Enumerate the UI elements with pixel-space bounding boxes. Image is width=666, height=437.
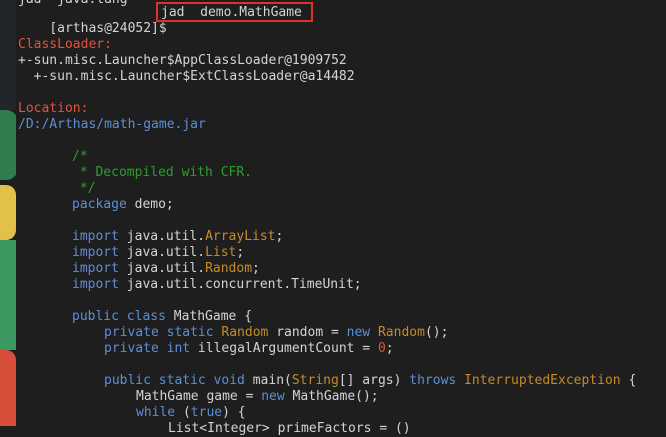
class-name: Random xyxy=(205,261,253,276)
code-import-line: import java.util.Random; xyxy=(72,261,260,277)
code-text: [] args) xyxy=(338,373,410,388)
keyword: private xyxy=(104,341,159,356)
code-text: java.util. xyxy=(118,229,206,244)
class-name: List xyxy=(205,245,237,260)
code-text: java.util. xyxy=(118,261,206,276)
keyword: package xyxy=(72,197,127,212)
code-text: (); xyxy=(424,325,449,340)
keyword: public class xyxy=(72,309,166,324)
terminal-output[interactable]: jad java.lang [arthas@24052]$ jad demo.M… xyxy=(16,0,666,436)
code-text: random = xyxy=(268,325,347,340)
class-name: Random xyxy=(370,325,425,340)
code-partial-line: List<Integer> primeFactors = () xyxy=(168,421,411,436)
background-shape xyxy=(0,240,16,350)
background-shape xyxy=(0,185,16,240)
entered-command[interactable]: jad demo.MathGame xyxy=(161,5,302,21)
keyword: while xyxy=(136,405,176,420)
class-name: ArrayList xyxy=(205,229,276,244)
keyword: import xyxy=(72,229,119,244)
code-text: MathGame(); xyxy=(284,389,379,404)
code-text: java.util.concurrent.TimeUnit; xyxy=(118,277,362,292)
background-shape xyxy=(0,110,16,180)
classloader-app: +-sun.misc.Launcher$AppClassLoader@19097… xyxy=(18,53,347,68)
classloader-label: ClassLoader: xyxy=(18,37,112,52)
shell-prompt: [arthas@24052]$ xyxy=(49,21,167,36)
command-line: [arthas@24052]$ xyxy=(18,5,166,36)
keyword: throws xyxy=(409,373,457,388)
code-text: MathGame { xyxy=(165,309,253,324)
background-shape xyxy=(0,0,16,110)
class-name: Random xyxy=(213,325,269,340)
code-text: MathGame game = xyxy=(136,389,262,404)
code-comment-text: * Decompiled with CFR. xyxy=(72,165,253,180)
classloader-ext: +-sun.misc.Launcher$ExtClassLoader@a1448… xyxy=(18,69,355,84)
code-text: ( xyxy=(175,405,191,420)
code-class-decl: public class MathGame { xyxy=(72,309,252,325)
code-while-line: while (true) { xyxy=(136,405,246,421)
code-comment-close: */ xyxy=(72,181,96,196)
code-text: ; xyxy=(275,229,284,244)
code-text: ) { xyxy=(222,405,246,420)
desktop-background-strip xyxy=(0,0,16,426)
keyword: import xyxy=(72,277,119,292)
keyword: import xyxy=(72,245,119,260)
keyword: true xyxy=(190,405,223,420)
code-text: { xyxy=(620,373,637,388)
keyword: new xyxy=(261,389,285,404)
code-import-line: import java.util.ArrayList; xyxy=(72,229,283,245)
code-text: ; xyxy=(252,261,260,276)
class-name: InterruptedException xyxy=(456,373,621,388)
code-comment-open: /* xyxy=(72,149,88,164)
keyword: int xyxy=(158,341,191,356)
code-text: ; xyxy=(236,245,245,260)
code-local-decl: MathGame game = new MathGame(); xyxy=(136,389,379,405)
code-text: java.util. xyxy=(118,245,206,260)
code-import-line: import java.util.List; xyxy=(72,245,244,261)
code-text: illegalArgumentCount = xyxy=(190,341,378,356)
code-field-random: private static Random random = new Rando… xyxy=(104,325,448,341)
number-literal: 0 xyxy=(377,341,386,356)
keyword: new xyxy=(346,325,371,340)
code-package-line: package demo; xyxy=(72,197,174,213)
code-main-signature: public static void main(String[] args) t… xyxy=(104,373,636,389)
keyword: private static xyxy=(104,325,214,340)
keyword: public static void xyxy=(104,373,245,388)
location-label: Location: xyxy=(18,101,89,116)
class-name: String xyxy=(291,373,339,388)
keyword: import xyxy=(72,261,119,276)
code-text: main( xyxy=(244,373,292,388)
location-path: /D:/Arthas/math-game.jar xyxy=(18,117,206,132)
code-import-line: import java.util.concurrent.TimeUnit; xyxy=(72,277,362,293)
code-field-count: private int illegalArgumentCount = 0; xyxy=(104,341,394,357)
background-shape xyxy=(0,350,16,426)
code-text: ; xyxy=(385,341,394,356)
code-text: demo; xyxy=(126,197,174,212)
